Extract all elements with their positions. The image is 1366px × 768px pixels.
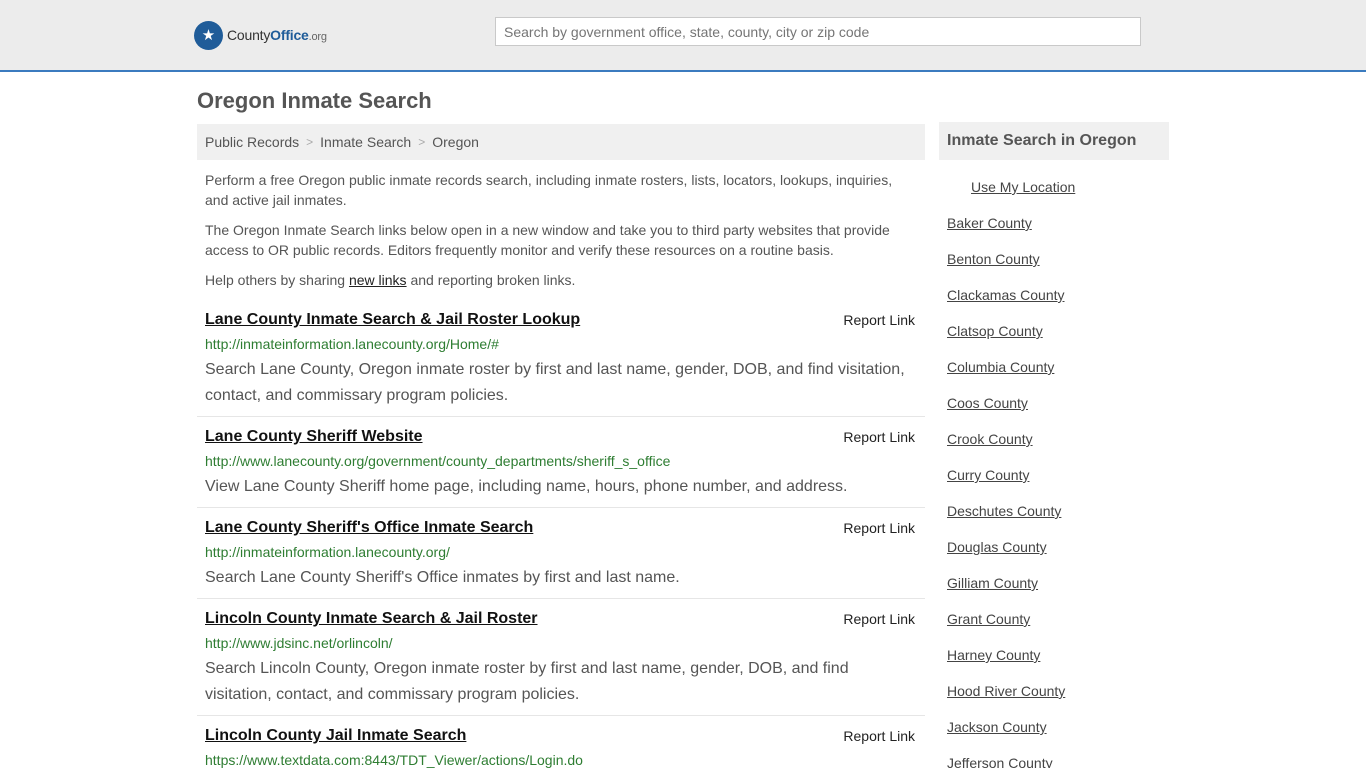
breadcrumb-inmate-search[interactable]: Inmate Search: [320, 134, 411, 150]
logo-text: CountyOffice.org: [227, 27, 327, 43]
county-list: Baker County Benton County Clackamas Cou…: [947, 215, 1065, 768]
sidebar-heading: Inmate Search in Oregon: [939, 122, 1169, 160]
county-link[interactable]: Douglas County: [947, 539, 1065, 575]
result-item: Lane County Inmate Search & Jail Roster …: [197, 311, 925, 417]
breadcrumb-public-records[interactable]: Public Records: [205, 134, 299, 150]
county-link[interactable]: Harney County: [947, 647, 1065, 683]
county-link[interactable]: Clackamas County: [947, 287, 1065, 323]
eagle-seal-icon: ★: [194, 20, 223, 50]
page-title: Oregon Inmate Search: [197, 88, 432, 113]
result-title-link[interactable]: Lincoln County Jail Inmate Search: [205, 727, 466, 745]
county-link[interactable]: Benton County: [947, 251, 1065, 287]
county-link[interactable]: Jackson County: [947, 719, 1065, 755]
county-link[interactable]: Gilliam County: [947, 575, 1065, 611]
result-title-link[interactable]: Lane County Inmate Search & Jail Roster …: [205, 311, 580, 329]
result-description: Search Lane County, Oregon inmate roster…: [205, 361, 905, 404]
breadcrumb-separator-icon: >: [418, 135, 426, 149]
result-item: Lane County Sheriff Website Report Link …: [197, 428, 925, 508]
top-bar: ★ CountyOffice.org: [0, 0, 1366, 72]
county-link[interactable]: Deschutes County: [947, 503, 1065, 539]
report-link-button[interactable]: Report Link: [843, 611, 915, 627]
report-link-button[interactable]: Report Link: [843, 728, 915, 744]
result-description: Search Lane County Sheriff's Office inma…: [205, 569, 680, 586]
breadcrumb-separator-icon: >: [306, 135, 314, 149]
report-link-button[interactable]: Report Link: [843, 312, 915, 328]
county-link[interactable]: Columbia County: [947, 359, 1065, 395]
breadcrumb: Public Records > Inmate Search > Oregon: [197, 124, 925, 160]
new-links-link[interactable]: new links: [349, 272, 407, 288]
report-link-button[interactable]: Report Link: [843, 520, 915, 536]
county-link[interactable]: Coos County: [947, 395, 1065, 431]
county-link[interactable]: Grant County: [947, 611, 1065, 647]
county-link[interactable]: Crook County: [947, 431, 1065, 467]
county-link[interactable]: Baker County: [947, 215, 1065, 251]
intro-paragraph-2: The Oregon Inmate Search links below ope…: [205, 222, 890, 258]
county-link[interactable]: Clatsop County: [947, 323, 1065, 359]
use-my-location-link[interactable]: Use My Location: [971, 179, 1075, 195]
result-item: Lane County Sheriff's Office Inmate Sear…: [197, 519, 925, 599]
result-url: http://inmateinformation.lanecounty.org/: [205, 544, 450, 560]
breadcrumb-oregon[interactable]: Oregon: [432, 134, 479, 150]
intro-paragraph-1: Perform a free Oregon public inmate reco…: [205, 172, 893, 208]
result-item: Lincoln County Jail Inmate Search Report…: [197, 727, 925, 768]
result-url: http://www.jdsinc.net/orlincoln/: [205, 635, 393, 651]
county-link[interactable]: Curry County: [947, 467, 1065, 503]
report-link-button[interactable]: Report Link: [843, 429, 915, 445]
result-description: View Lane County Sheriff home page, incl…: [205, 478, 848, 495]
result-title-link[interactable]: Lane County Sheriff's Office Inmate Sear…: [205, 519, 533, 537]
result-item: Lincoln County Inmate Search & Jail Rost…: [197, 610, 925, 716]
result-url: https://www.textdata.com:8443/TDT_Viewer…: [205, 752, 583, 768]
intro-paragraph-3: Help others by sharing new links and rep…: [205, 272, 576, 288]
result-url: http://inmateinformation.lanecounty.org/…: [205, 336, 499, 352]
site-logo[interactable]: ★ CountyOffice.org: [194, 20, 327, 50]
county-link[interactable]: Jefferson County: [947, 755, 1065, 768]
county-link[interactable]: Hood River County: [947, 683, 1065, 719]
result-url: http://www.lanecounty.org/government/cou…: [205, 453, 671, 469]
result-title-link[interactable]: Lincoln County Inmate Search & Jail Rost…: [205, 610, 538, 628]
search-input[interactable]: [495, 17, 1141, 46]
result-title-link[interactable]: Lane County Sheriff Website: [205, 428, 423, 446]
result-description: Search Lincoln County, Oregon inmate ros…: [205, 660, 849, 703]
